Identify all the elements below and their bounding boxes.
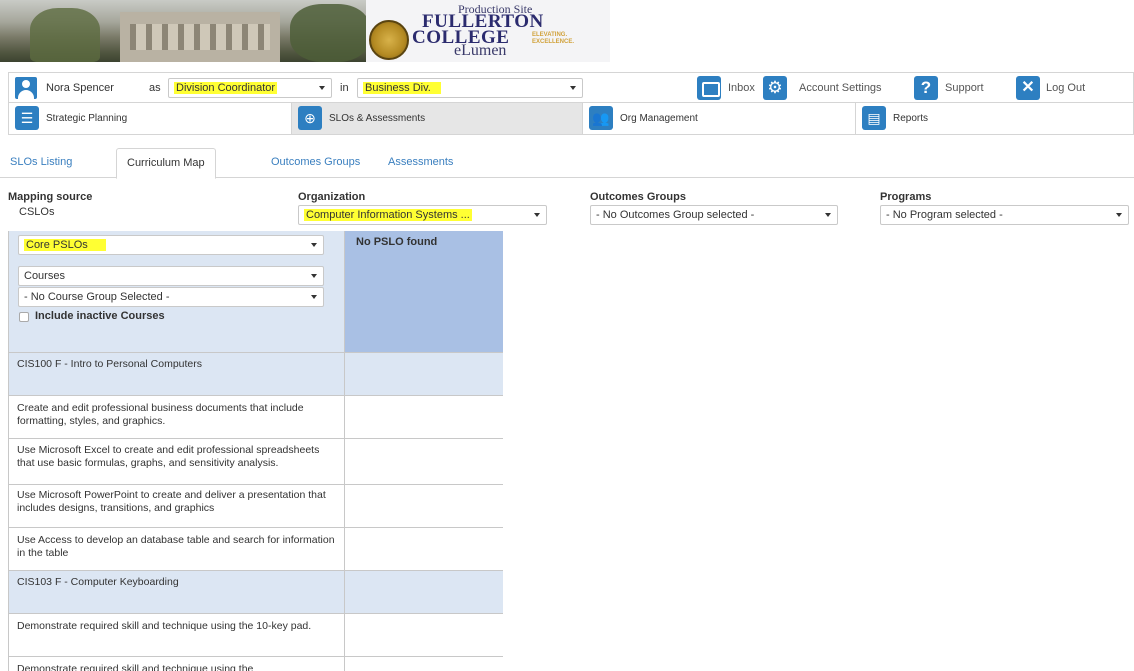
mapping-cell[interactable]: [345, 614, 503, 656]
support-link[interactable]: Support: [945, 82, 984, 94]
outcomes-groups-label: Outcomes Groups: [590, 191, 686, 203]
tab-outcomes-groups[interactable]: Outcomes Groups: [261, 148, 370, 178]
curriculum-map-table: Core PSLOs Courses - No Course Group Sel…: [8, 231, 503, 671]
chevron-down-icon: [825, 213, 831, 217]
slo-text: Demonstrate required skill and technique…: [9, 657, 345, 671]
pslo-select[interactable]: Core PSLOs: [18, 235, 324, 255]
college-seal-icon: [369, 20, 409, 60]
mapping-source-value: CSLOs: [19, 206, 55, 218]
division-select[interactable]: Business Div.: [357, 78, 583, 98]
include-inactive-label: Include inactive Courses: [35, 310, 165, 322]
chevron-down-icon: [311, 295, 317, 299]
tab-assessments[interactable]: Assessments: [378, 148, 463, 178]
course-title: CIS100 F - Intro to Personal Computers: [9, 353, 345, 395]
course-group-select[interactable]: - No Course Group Selected -: [18, 287, 324, 307]
chevron-down-icon: [534, 213, 540, 217]
slo-row: Demonstrate required skill and technique…: [9, 657, 503, 671]
user-name: Nora Spencer: [46, 82, 114, 94]
sub-tabs: SLOs Listing Curriculum Map Outcomes Gro…: [0, 148, 1134, 179]
nav-strategic-planning[interactable]: ☰ Strategic Planning: [9, 103, 292, 134]
no-pslo-message: No PSLO found: [356, 236, 438, 248]
slo-text: Use Microsoft PowerPoint to create and d…: [9, 485, 345, 527]
role-select[interactable]: Division Coordinator: [168, 78, 332, 98]
programs-label: Programs: [880, 191, 932, 203]
slo-row: Demonstrate required skill and technique…: [9, 614, 503, 657]
chevron-down-icon: [311, 274, 317, 278]
chevron-down-icon: [570, 86, 576, 90]
mapping-cell[interactable]: [345, 353, 503, 395]
pslo-column-header: No PSLO found: [345, 231, 503, 353]
inbox-icon[interactable]: [697, 76, 721, 100]
nav-org-management[interactable]: 👥 Org Management: [583, 103, 856, 134]
organization-select[interactable]: Computer Information Systems ...: [298, 205, 547, 225]
college-tagline: ELEVATING. EXCELLENCE.: [532, 32, 575, 45]
nav-reports[interactable]: ▤ Reports: [856, 103, 1134, 134]
slo-text: Create and edit professional business do…: [9, 396, 345, 438]
product-name: eLumen: [454, 42, 507, 59]
report-icon: ▤: [862, 106, 886, 130]
main-nav: ☰ Strategic Planning ⊕ SLOs & Assessment…: [8, 102, 1134, 135]
chevron-down-icon: [319, 86, 325, 90]
help-icon[interactable]: ?: [914, 76, 938, 100]
logout-link[interactable]: Log Out: [1046, 82, 1085, 94]
tab-slos-listing[interactable]: SLOs Listing: [0, 148, 82, 178]
as-label: as: [149, 82, 161, 94]
mapping-cell[interactable]: [345, 485, 503, 527]
courses-select[interactable]: Courses: [18, 266, 324, 286]
user-avatar-icon: [15, 77, 37, 99]
list-icon: ☰: [15, 106, 39, 130]
inbox-link[interactable]: Inbox: [728, 82, 755, 94]
campus-photo: [0, 0, 366, 62]
nav-slos-assessments[interactable]: ⊕ SLOs & Assessments: [292, 103, 583, 134]
slo-text: Use Microsoft Excel to create and edit p…: [9, 439, 345, 484]
course-row: CIS103 F - Computer Keyboarding: [9, 571, 503, 614]
slo-row: Create and edit professional business do…: [9, 396, 503, 439]
tab-curriculum-map[interactable]: Curriculum Map: [116, 148, 216, 179]
mapping-cell[interactable]: [345, 528, 503, 570]
course-title: CIS103 F - Computer Keyboarding: [9, 571, 345, 613]
banner: Production Site FULLERTON COLLEGE ELEVAT…: [0, 0, 610, 68]
gear-icon[interactable]: ⚙: [763, 76, 787, 100]
mapping-cell[interactable]: [345, 657, 503, 671]
slo-text: Demonstrate required skill and technique…: [9, 614, 345, 656]
user-bar: Nora Spencer as Division Coordinator in …: [8, 72, 1134, 102]
outcomes-group-select[interactable]: - No Outcomes Group selected -: [590, 205, 838, 225]
in-label: in: [340, 82, 349, 94]
slo-text: Use Access to develop an database table …: [9, 528, 345, 570]
program-select[interactable]: - No Program selected -: [880, 205, 1129, 225]
people-icon: 👥: [589, 106, 613, 130]
organization-label: Organization: [298, 191, 366, 203]
slo-row: Use Microsoft Excel to create and edit p…: [9, 439, 503, 485]
map-header-controls: Core PSLOs Courses - No Course Group Sel…: [9, 231, 345, 353]
include-inactive-checkbox[interactable]: [19, 312, 29, 322]
mapping-source-label: Mapping source: [8, 191, 93, 203]
network-icon: ⊕: [298, 106, 322, 130]
mapping-cell[interactable]: [345, 396, 503, 438]
slo-row: Use Microsoft PowerPoint to create and d…: [9, 485, 503, 528]
mapping-cell[interactable]: [345, 571, 503, 613]
chevron-down-icon: [311, 243, 317, 247]
mapping-cell[interactable]: [345, 439, 503, 484]
course-row: CIS100 F - Intro to Personal Computers: [9, 353, 503, 396]
account-settings-link[interactable]: Account Settings: [799, 82, 882, 94]
close-icon[interactable]: ✕: [1016, 76, 1040, 100]
chevron-down-icon: [1116, 213, 1122, 217]
slo-row: Use Access to develop an database table …: [9, 528, 503, 571]
college-logo: Production Site FULLERTON COLLEGE ELEVAT…: [366, 0, 610, 62]
